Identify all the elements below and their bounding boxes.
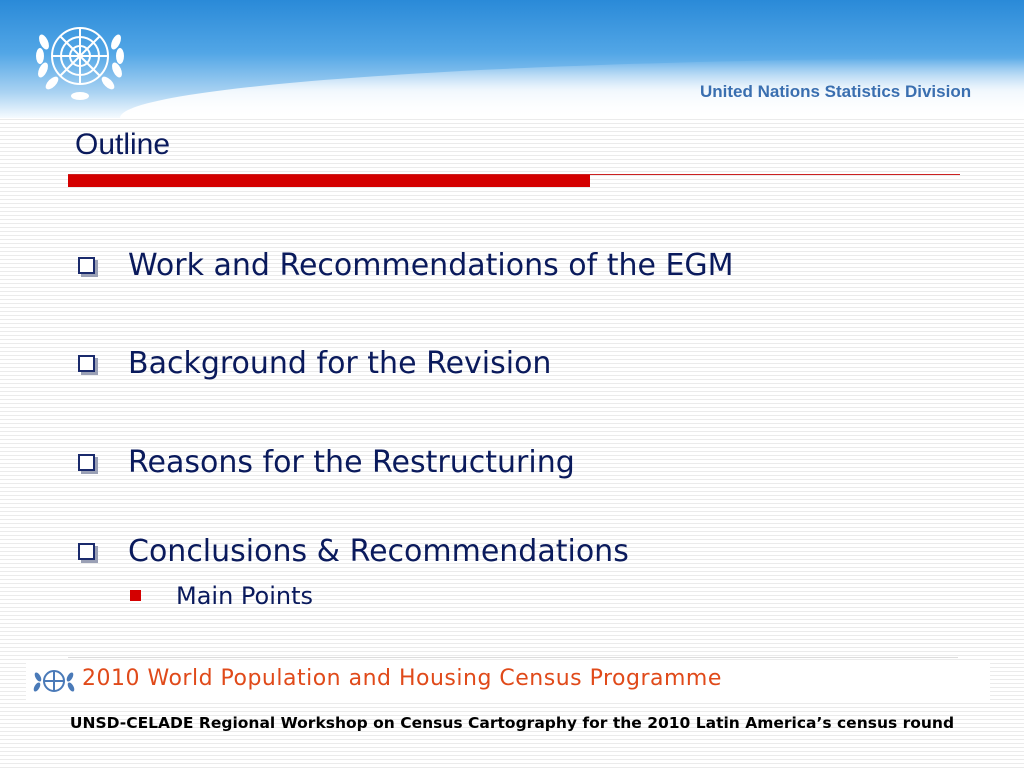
checkbox-bullet-icon — [78, 355, 95, 372]
footer-divider — [68, 657, 958, 658]
footer-caption: UNSD-CELADE Regional Workshop on Census … — [69, 714, 955, 732]
checkbox-bullet-icon — [78, 543, 95, 560]
checkbox-bullet-icon — [78, 257, 95, 274]
slide-title: Outline — [75, 128, 171, 161]
programme-banner: 2010 World Population and Housing Census… — [26, 662, 990, 700]
bullet-text: Conclusions & Recommendations — [128, 534, 629, 569]
slide-header: United Nations Statistics Division — [0, 0, 1024, 118]
checkbox-bullet-icon — [78, 454, 95, 471]
bullet-text: Work and Recommendations of the EGM — [128, 248, 734, 283]
organization-name: United Nations Statistics Division — [700, 82, 972, 101]
bullet-text: Background for the Revision — [128, 346, 552, 381]
bullet-text: Reasons for the Restructuring — [128, 445, 575, 480]
programme-banner-text: 2010 World Population and Housing Census… — [82, 666, 722, 691]
square-bullet-icon — [130, 590, 141, 601]
census-programme-logo-icon — [33, 670, 75, 692]
un-emblem-icon — [36, 27, 124, 100]
title-underline-accent — [68, 175, 590, 187]
sub-bullet-text: Main Points — [176, 582, 314, 610]
